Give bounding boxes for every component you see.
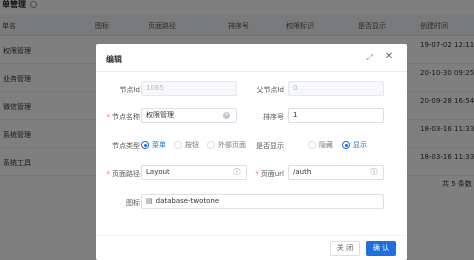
divider <box>96 71 407 72</box>
dialog-title: 编辑 <box>106 55 122 64</box>
confirm-button[interactable]: 确 认 <box>366 241 396 256</box>
visible-radio-show[interactable]: 显示 <box>342 140 367 150</box>
clear-icon[interactable]: ✕ <box>223 112 230 119</box>
info-icon[interactable]: ⓘ <box>233 168 241 176</box>
node-type-radio-external[interactable]: 外部页面 <box>207 140 246 150</box>
node-type-label: 节点类型 <box>112 142 140 150</box>
node-name-input[interactable]: 权限管理 ✕ <box>141 108 237 123</box>
page-url-label: * 页面url <box>255 170 284 178</box>
visible-radio-hide[interactable]: 隐藏 <box>308 140 333 150</box>
icon-input[interactable]: ▤ database-twotone <box>141 194 384 209</box>
node-id-label: 节点Id <box>119 86 140 94</box>
page-url-input[interactable]: /auth ⓘ <box>288 165 384 180</box>
node-type-radio-button[interactable]: 按钮 <box>174 140 199 150</box>
close-button[interactable]: 关 闭 <box>330 241 360 256</box>
sort-input[interactable]: 1 <box>288 108 384 123</box>
page-path-label: * 页面路径 <box>106 170 141 178</box>
maximize-icon[interactable]: ⤢ <box>365 53 374 62</box>
divider <box>96 235 407 236</box>
close-icon[interactable]: ✕ <box>384 52 394 62</box>
parent-id-field: 0 <box>288 81 384 96</box>
edit-dialog: 编辑 ⤢ ✕ 节点Id 1065 父节点Id 0 * 节点名称 权限管理 ✕ 排序号… <box>96 44 407 260</box>
radio-checked-icon <box>342 141 350 149</box>
visible-label: 是否显示 <box>256 142 284 150</box>
node-name-label: * 节点名称 <box>106 113 141 121</box>
database-icon: ▤ <box>146 197 153 205</box>
icon-label: 图标 <box>126 199 140 207</box>
radio-icon <box>174 141 182 149</box>
sort-label: 排序号 <box>263 113 284 121</box>
radio-icon <box>308 141 316 149</box>
page-path-input[interactable]: Layout ⓘ <box>141 165 247 180</box>
radio-checked-icon <box>141 141 149 149</box>
radio-icon <box>207 141 215 149</box>
parent-id-label: 父节点Id <box>256 86 284 94</box>
node-type-radio-menu[interactable]: 菜单 <box>141 140 166 150</box>
node-id-field: 1065 <box>141 81 237 96</box>
info-icon[interactable]: ⓘ <box>370 168 378 176</box>
